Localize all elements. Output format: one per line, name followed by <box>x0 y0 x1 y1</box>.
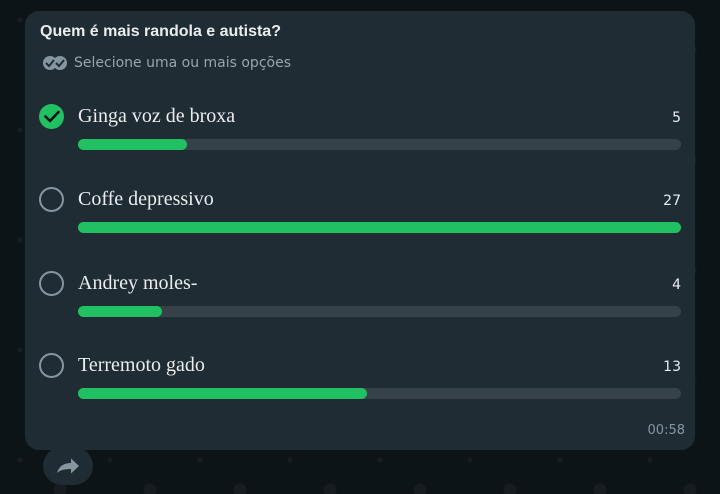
option-label: Terremoto gado <box>78 354 205 376</box>
poll-question: Quem é mais randola e autista? <box>40 23 281 40</box>
forward-arrow-icon <box>57 458 79 474</box>
poll-message-bubble: Quem é mais randola e autista? Selecione… <box>25 11 695 450</box>
message-timestamp: 00:58 <box>647 423 685 438</box>
poll-option-3[interactable]: Andrey moles- 4 <box>39 271 681 331</box>
forward-button[interactable] <box>43 447 93 485</box>
option-progress-fill <box>78 388 368 399</box>
option-label: Coffe depressivo <box>78 188 214 210</box>
check-icon <box>44 110 60 123</box>
option-label: Andrey moles- <box>78 272 198 294</box>
poll-option-1[interactable]: Ginga voz de broxa 5 <box>39 104 681 164</box>
option-progress-track <box>78 306 681 317</box>
option-progress-fill <box>78 306 163 317</box>
double-check-icon <box>43 56 67 70</box>
option-progress-track <box>78 139 681 150</box>
poll-hint: Selecione uma ou mais opções <box>42 55 291 71</box>
option-vote-count[interactable]: 4 <box>672 277 681 293</box>
option-checkbox[interactable] <box>39 353 64 378</box>
option-checkbox[interactable] <box>39 271 64 296</box>
option-progress-fill <box>78 139 187 150</box>
option-vote-count[interactable]: 27 <box>663 193 681 209</box>
option-checkbox[interactable] <box>39 187 64 212</box>
option-vote-count[interactable]: 13 <box>663 359 681 375</box>
option-progress-fill <box>78 222 681 233</box>
option-progress-track <box>78 222 681 233</box>
option-vote-count[interactable]: 5 <box>672 110 681 126</box>
option-checkbox-checked[interactable] <box>39 104 64 129</box>
poll-hint-label: Selecione uma ou mais opções <box>74 55 291 71</box>
poll-option-4[interactable]: Terremoto gado 13 <box>39 353 681 413</box>
option-progress-track <box>78 388 681 399</box>
option-label: Ginga voz de broxa <box>78 105 236 127</box>
poll-option-2[interactable]: Coffe depressivo 27 <box>39 187 681 247</box>
